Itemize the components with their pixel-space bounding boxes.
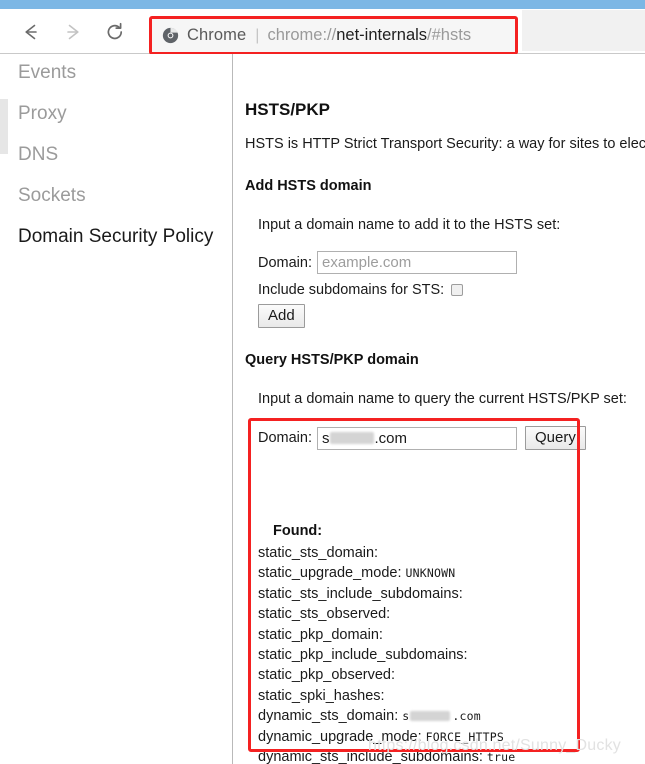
sidebar-item-domain-security-policy[interactable]: Domain Security Policy [8,227,232,246]
security-chip-label: Chrome [187,26,247,44]
sidebar-item-dns[interactable]: DNS [8,145,232,164]
result-key: static_pkp_observed: [258,667,396,684]
main-content: HSTS/PKP HSTS is HTTP Strict Transport S… [233,54,645,764]
address-bar[interactable]: Chrome | chrome://net-internals/#hsts [152,19,515,52]
result-row-static-sts-observed: static_sts_observed: [258,604,638,624]
browser-toolbar: Chrome | chrome://net-internals/#hsts [0,9,645,55]
add-hsts-instruction: Input a domain name to add it to the HST… [258,217,561,233]
include-subdomains-label: Include subdomains for STS: [258,282,445,298]
found-label: Found: [273,523,323,539]
forward-arrow-icon [67,24,79,40]
include-subdomains-row: Include subdomains for STS: [258,282,464,298]
redacted-domain-block [410,711,451,722]
toolbar-right-filler [522,10,645,51]
reload-button[interactable] [102,19,128,45]
chrome-logo-icon [162,27,179,44]
page-description: HSTS is HTTP Strict Transport Security: … [245,136,645,152]
query-results-list: static_sts_domain: static_upgrade_mode: … [258,543,638,764]
add-button-row: Add [258,304,305,329]
url-scheme: chrome:// [267,26,337,44]
query-domain-value-prefix: s [322,429,330,447]
result-row-dynamic-sts-domain: dynamic_sts_domain: s .com [258,706,638,726]
url-host: net-internals [336,26,428,44]
add-button[interactable]: Add [258,304,305,329]
result-key: static_pkp_domain: [258,626,383,643]
result-row-static-pkp-observed: static_pkp_observed: [258,665,638,685]
result-key: static_sts_observed: [258,606,391,623]
result-key: static_spki_hashes: [258,687,385,704]
sidebar-item-proxy[interactable]: Proxy [8,104,232,123]
omnibox-separator: | [255,26,260,44]
sidebar: Events Proxy DNS Sockets Domain Security… [8,54,232,764]
result-key: static_sts_domain: [258,545,379,561]
add-hsts-heading: Add HSTS domain [245,178,372,194]
result-key: dynamic_sts_domain: [258,708,399,725]
add-domain-input[interactable]: example.com [317,251,517,274]
result-row-static-upgrade-mode: static_upgrade_mode: UNKNOWN [258,563,638,583]
query-button[interactable]: Query [525,426,586,451]
result-value-prefix: s [402,709,410,724]
reload-icon [107,22,123,40]
result-row-static-sts-include-subdomains: static_sts_include_subdomains: [258,584,638,604]
result-row-static-pkp-include-subdomains: static_pkp_include_subdomains: [258,645,638,665]
address-bar-url[interactable]: chrome://net-internals/#hsts [267,26,471,45]
query-hsts-heading: Query HSTS/PKP domain [245,352,419,368]
result-row-static-spki-hashes: static_spki_hashes: [258,686,638,706]
result-key: static_pkp_include_subdomains: [258,647,468,664]
result-key: static_sts_include_subdomains: [258,585,463,602]
address-bar-highlight: Chrome | chrome://net-internals/#hsts [149,16,518,55]
add-domain-placeholder: example.com [322,254,412,271]
page-title: HSTS/PKP [245,100,331,119]
include-subdomains-checkbox[interactable] [451,284,464,296]
result-row-static-pkp-domain: static_pkp_domain: [258,625,638,645]
window-left-edge [0,54,8,764]
redacted-domain-block [329,432,374,445]
result-value: UNKNOWN [405,566,456,581]
query-domain-row: Domain: s .com Query [258,426,586,451]
query-domain-value-suffix: .com [374,429,408,447]
query-domain-input[interactable]: s .com [317,426,517,450]
result-value-suffix: .com [452,709,481,724]
result-row-static-sts-domain: static_sts_domain: [258,543,638,563]
add-domain-row: Domain: example.com [258,251,517,274]
back-arrow-icon [25,24,37,40]
forward-button[interactable] [60,19,86,45]
add-domain-label: Domain: [258,254,312,271]
sidebar-item-events[interactable]: Events [8,63,232,82]
back-button[interactable] [18,19,44,45]
sidebar-item-sockets[interactable]: Sockets [8,186,232,205]
watermark: https://blog.csdn.net/Sunny_Ducky [368,737,621,754]
result-key: static_upgrade_mode: [258,565,402,582]
query-hsts-instruction: Input a domain name to query the current… [258,391,627,407]
browser-tab-strip [0,0,645,9]
query-domain-label: Domain: [258,430,312,447]
page-body: Events Proxy DNS Sockets Domain Security… [0,54,645,764]
url-fragment: /#hsts [427,26,472,44]
